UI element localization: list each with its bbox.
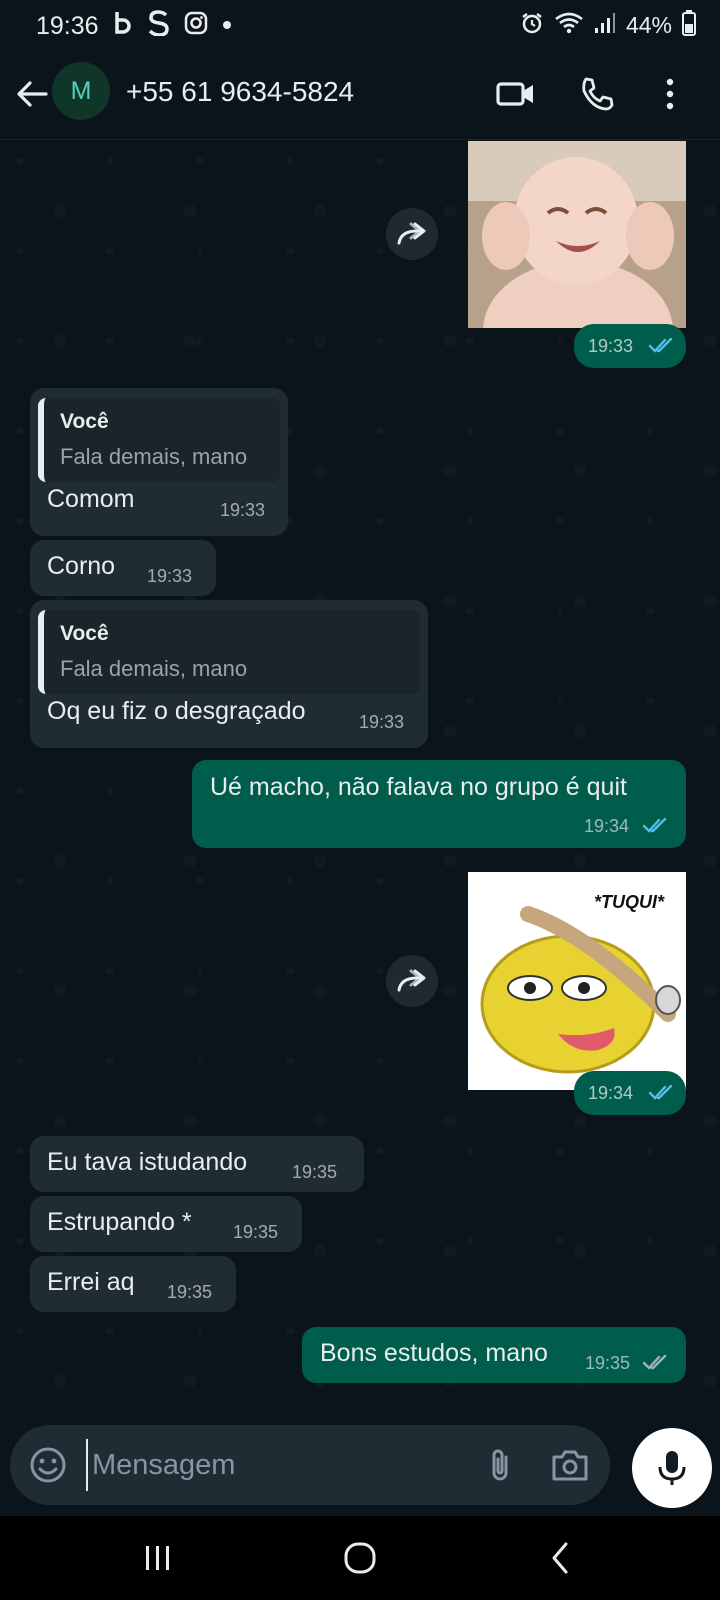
instagram-icon	[184, 11, 208, 40]
message-time: 19:35	[233, 1222, 279, 1242]
delivered-ticks-icon	[642, 1354, 667, 1370]
phone-icon[interactable]	[574, 72, 618, 116]
status-bar: 19:36 44%	[0, 0, 720, 52]
quoted-message[interactable]: Você Fala demais, mano	[38, 610, 420, 694]
quote-author: Você	[60, 622, 109, 645]
message-time: 19:33	[588, 336, 634, 356]
message-bubble-incoming[interactable]: Você Fala demais, mano Comom 19:33	[30, 388, 288, 536]
message-bubble-incoming[interactable]: Errei aq 19:35	[30, 1256, 236, 1312]
read-ticks-icon	[648, 1084, 673, 1100]
forward-icon[interactable]	[386, 208, 438, 260]
message-bubble-incoming[interactable]: Eu tava istudando 19:35	[30, 1136, 364, 1192]
quote-author: Você	[60, 410, 109, 433]
message-time: 19:33	[220, 500, 266, 520]
message-composer	[10, 1425, 610, 1505]
message-text: Oq eu fiz o desgraçado	[47, 697, 306, 725]
message-time: 19:33	[147, 566, 193, 586]
dot-icon	[222, 17, 232, 35]
battery-icon	[682, 10, 696, 41]
message-text: Eu tava istudando	[47, 1148, 248, 1176]
message-text: Errei aq	[47, 1268, 135, 1296]
wifi-icon	[554, 11, 584, 40]
time-pill: 19:34	[574, 1071, 686, 1115]
forward-icon[interactable]	[386, 955, 438, 1007]
more-vert-icon[interactable]	[648, 72, 692, 116]
video-call-icon[interactable]	[494, 72, 538, 116]
contact-name[interactable]: +55 61 9634-5824	[126, 76, 354, 108]
chat-header: M +55 61 9634-5824	[0, 52, 720, 140]
battery-percentage: 44%	[625, 12, 672, 38]
avatar-letter: M	[70, 76, 92, 105]
attach-icon[interactable]	[480, 1445, 520, 1485]
b-app-icon	[114, 10, 134, 41]
baby-photo[interactable]	[468, 141, 686, 328]
chat-area[interactable]: 19:33 Você Fala demais, mano Comom 19:33…	[0, 141, 720, 1411]
message-text: Bons estudos, mano	[320, 1339, 548, 1367]
alarm-icon	[520, 11, 544, 40]
message-text: Corno	[47, 552, 116, 580]
emoji-icon[interactable]	[28, 1445, 68, 1485]
home-icon[interactable]	[336, 1536, 384, 1580]
status-time: 19:36	[36, 12, 99, 40]
system-nav-bar	[0, 1516, 720, 1600]
recents-icon[interactable]	[134, 1536, 182, 1580]
message-text: Estrupando *	[47, 1208, 192, 1236]
message-text: Comom	[47, 485, 135, 513]
message-bubble-outgoing[interactable]: Bons estudos, mano 19:35	[302, 1327, 686, 1383]
message-text: Ué macho, não falava no grupo é quit	[210, 773, 627, 801]
quote-text: Fala demais, mano	[60, 444, 248, 469]
sticker-image[interactable]: *TUQUI*	[468, 872, 686, 1090]
image-caption: *TUQUI*	[594, 892, 665, 912]
back-arrow-icon[interactable]	[12, 74, 52, 114]
message-time: 19:35	[292, 1162, 338, 1182]
message-time: 19:35	[585, 1353, 631, 1373]
message-bubble-outgoing[interactable]: Ué macho, não falava no grupo é quit 19:…	[192, 760, 686, 848]
message-bubble-incoming[interactable]: Estrupando * 19:35	[30, 1196, 302, 1252]
avatar[interactable]: M	[52, 62, 110, 120]
message-bubble-incoming[interactable]: Você Fala demais, mano Oq eu fiz o desgr…	[30, 600, 428, 748]
s-app-icon	[148, 10, 170, 41]
back-icon[interactable]	[536, 1536, 584, 1580]
signal-icon	[594, 11, 616, 40]
quote-text: Fala demais, mano	[60, 656, 248, 681]
time-pill: 19:33	[574, 324, 686, 368]
message-time: 19:34	[588, 1083, 634, 1103]
mic-button[interactable]	[632, 1428, 712, 1508]
baby-image	[468, 141, 686, 328]
camera-icon[interactable]	[548, 1443, 592, 1487]
message-time: 19:34	[584, 816, 630, 836]
message-time: 19:33	[359, 712, 405, 732]
message-input[interactable]	[86, 1439, 466, 1491]
mic-icon	[658, 1451, 686, 1485]
read-ticks-icon	[642, 817, 667, 833]
message-bubble-incoming[interactable]: Corno 19:33	[30, 540, 216, 596]
quoted-message[interactable]: Você Fala demais, mano	[38, 398, 280, 482]
read-ticks-icon	[648, 337, 673, 353]
message-time: 19:35	[167, 1282, 213, 1302]
